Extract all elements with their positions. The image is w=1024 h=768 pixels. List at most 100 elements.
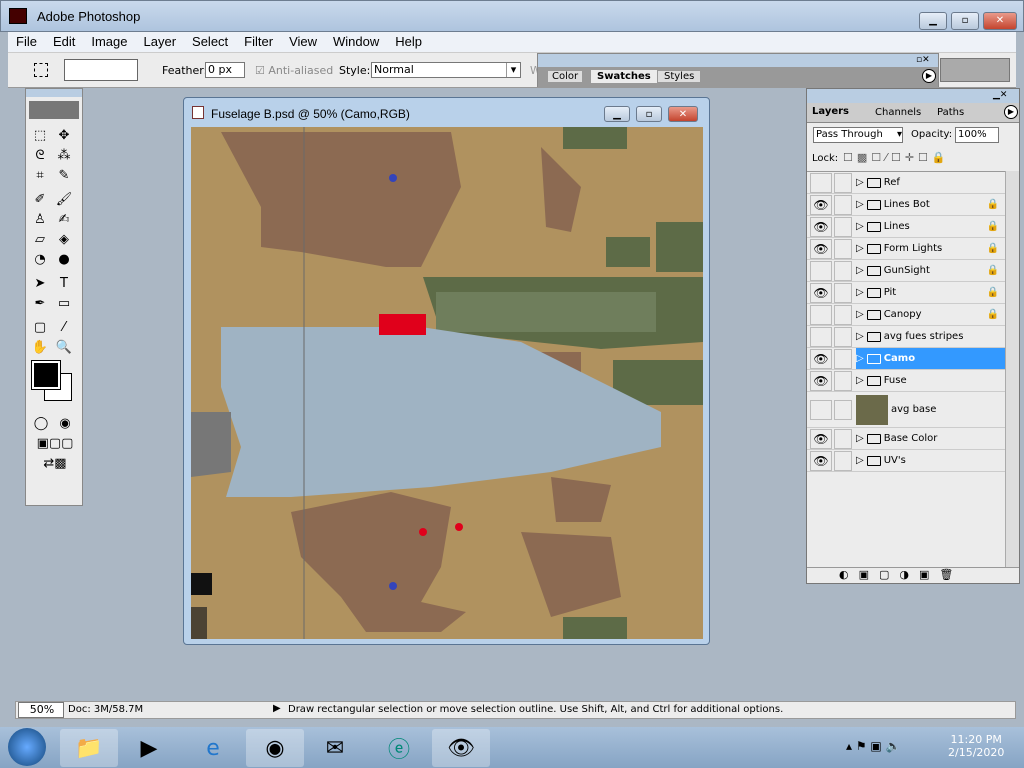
menu-layer[interactable]: Layer [136,32,185,52]
panel-close-icon[interactable]: ▁✕ [993,90,1007,100]
layer-row[interactable]: 👁 ▷ Form Lights 🔒 [807,238,1005,260]
tab-layers[interactable]: Layers [812,106,849,117]
tab-paths[interactable]: Paths [937,107,964,118]
link-toggle[interactable] [834,238,852,259]
canvas[interactable] [191,127,703,639]
link-toggle[interactable] [834,282,852,303]
explorer-icon[interactable]: 📁 [60,729,118,767]
eset-icon[interactable]: ⓔ [370,729,428,767]
standard-mode-icon[interactable]: ◯ [30,413,52,433]
slice-tool-icon[interactable]: ✎ [53,165,75,185]
menu-help[interactable]: Help [387,32,430,52]
hand-tool-icon[interactable]: ✋ [29,337,51,357]
expand-triangle-icon[interactable]: ▷ [856,265,864,276]
photoshop-taskbar-icon[interactable]: 👁 [432,729,490,767]
minimize-button[interactable]: ▁ [919,12,947,30]
expand-triangle-icon[interactable]: ▷ [856,287,864,298]
eye-icon[interactable]: 👁 [810,370,832,391]
menu-view[interactable]: View [281,32,325,52]
layer-row[interactable]: 👁 ▷ Pit 🔒 [807,282,1005,304]
quick-mask-icon[interactable]: ◉ [54,413,76,433]
zoom-level[interactable]: 50% [18,702,64,718]
magic-wand-icon[interactable]: ⁂ [53,145,75,165]
eyedropper-icon[interactable]: ⁄ [53,317,75,337]
eye-icon[interactable]: 👁 [810,238,832,259]
visibility-toggle[interactable] [810,172,832,193]
blur-tool-icon[interactable]: ◔ [29,249,51,269]
healing-brush-icon[interactable]: ✐ [29,189,51,209]
eye-icon[interactable]: 👁 [810,216,832,237]
menu-select[interactable]: Select [184,32,236,52]
expand-triangle-icon[interactable]: ▷ [856,433,864,444]
eye-icon[interactable]: 👁 [810,348,832,369]
jump-to-imageready-icon[interactable]: ⇄▩ [30,453,80,473]
layer-action-buttons[interactable]: ◐▣▢◑▣🗑 [807,567,1019,583]
link-toggle[interactable] [834,260,852,281]
anti-aliased-checkbox[interactable]: ☑ Anti-aliased [255,64,333,77]
visibility-toggle[interactable] [810,260,832,281]
link-toggle[interactable] [834,172,852,193]
layer-row[interactable]: 👁 ▷ UV's [807,450,1005,472]
expand-triangle-icon[interactable]: ▷ [856,221,864,232]
move-tool-icon[interactable]: ✥ [53,125,75,145]
eye-icon[interactable]: 👁 [810,450,832,471]
visibility-toggle[interactable] [810,304,832,325]
eye-icon[interactable]: 👁 [810,194,832,215]
type-tool-icon[interactable]: T [53,273,75,293]
panel-close-icon[interactable]: ▫✕ [916,55,930,65]
layer-row[interactable]: ▷ GunSight 🔒 [807,260,1005,282]
menu-filter[interactable]: Filter [236,32,281,52]
expand-triangle-icon[interactable]: ▷ [856,353,864,364]
color-swatches[interactable] [26,359,82,411]
link-toggle[interactable] [834,399,852,420]
panel-menu-icon[interactable]: ▶ [922,69,936,83]
menu-file[interactable]: File [8,32,45,52]
expand-triangle-icon[interactable]: ▷ [856,331,864,342]
link-toggle[interactable] [834,326,852,347]
expand-triangle-icon[interactable]: ▷ [856,199,864,210]
link-toggle[interactable] [834,216,852,237]
layer-row[interactable]: 👁 ▷ Lines 🔒 [807,216,1005,238]
history-brush-icon[interactable]: ✍ [53,209,75,229]
visibility-toggle[interactable] [810,326,832,347]
foreground-color[interactable] [31,360,61,390]
blend-mode-select[interactable]: Pass Through ▾ [813,127,903,143]
close-button[interactable]: ✕ [983,12,1017,30]
layer-row[interactable]: 👁 ▷ Lines Bot 🔒 [807,194,1005,216]
eye-icon[interactable]: 👁 [810,282,832,303]
doc-minimize-button[interactable]: ▁ [604,106,630,122]
expand-triangle-icon[interactable]: ▷ [856,309,864,320]
pen-tool-icon[interactable]: ✒ [29,293,51,313]
doc-maximize-button[interactable]: ▫ [636,106,662,122]
lasso-tool-icon[interactable]: ᘓ [29,145,51,165]
link-toggle[interactable] [834,348,852,369]
status-menu-icon[interactable]: ▶ [273,703,281,714]
selection-mode-buttons[interactable] [64,59,138,81]
layer-row[interactable]: ▷ Ref [807,172,1005,194]
dodge-tool-icon[interactable]: ● [53,249,75,269]
menu-image[interactable]: Image [83,32,135,52]
link-toggle[interactable] [834,450,852,471]
media-player-icon[interactable]: ▶ [120,729,178,767]
clock[interactable]: 11:20 PM 2/15/2020 [948,733,1004,759]
link-toggle[interactable] [834,428,852,449]
zoom-tool-icon[interactable]: 🔍 [53,337,75,357]
layer-row[interactable]: 👁 ▷ Camo [807,348,1005,370]
layer-row[interactable]: avg base [807,392,1005,428]
visibility-toggle[interactable] [810,399,832,420]
style-select[interactable]: Normal ▾ [371,62,521,78]
menu-edit[interactable]: Edit [45,32,83,52]
chrome-icon[interactable]: ◉ [246,729,304,767]
shape-tool-icon[interactable]: ▭ [53,293,75,313]
expand-triangle-icon[interactable]: ▷ [856,455,864,466]
expand-triangle-icon[interactable]: ▷ [856,375,864,386]
tab-swatches[interactable]: Swatches [591,70,657,83]
doc-close-button[interactable]: ✕ [668,106,698,122]
layer-row[interactable]: 👁 ▷ Base Color [807,428,1005,450]
marquee-tool-icon[interactable]: ⬚ [29,125,51,145]
start-button[interactable] [8,728,46,766]
expand-triangle-icon[interactable]: ▷ [856,177,864,188]
tab-channels[interactable]: Channels [875,107,921,118]
link-toggle[interactable] [834,194,852,215]
stamp-tool-icon[interactable]: ♙ [29,209,51,229]
